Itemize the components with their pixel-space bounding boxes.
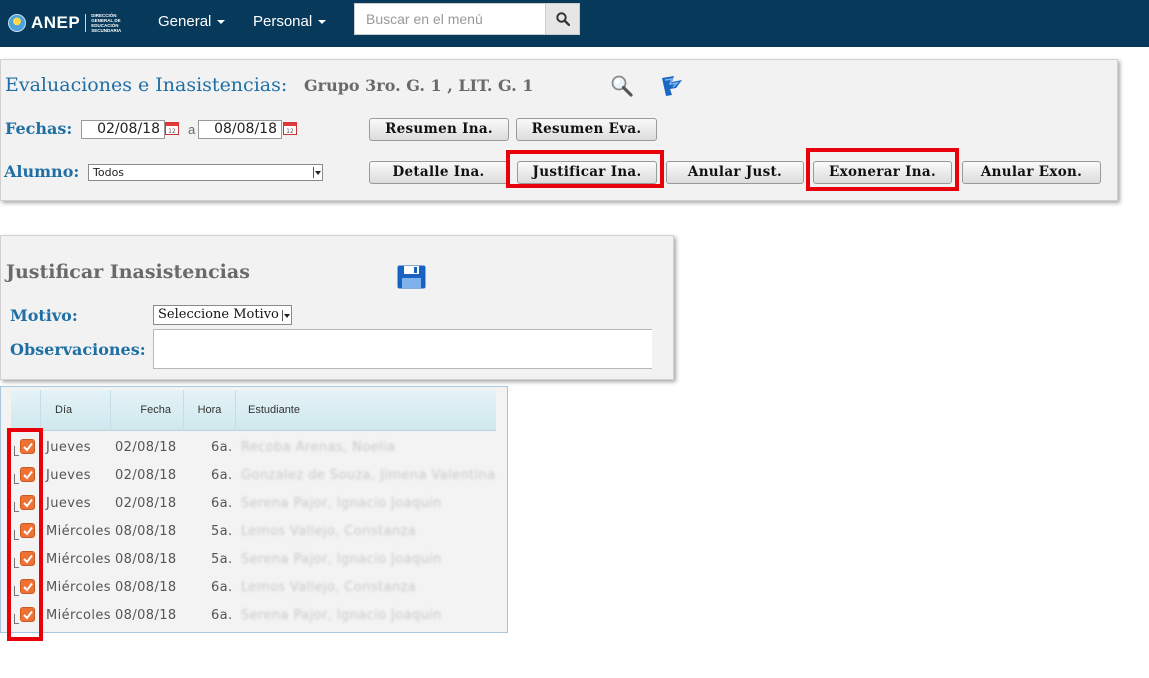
cell-fecha: 08/08/18 [115,524,177,539]
group-name: Grupo 3ro. G. 1 , LIT. G. 1 [304,76,534,95]
resumen-ina-button[interactable]: Resumen Ina. [369,118,509,141]
table-row[interactable]: Miércoles 08/08/18 6a. Lemos Vallejo, Const… [1,573,509,601]
table-row[interactable]: Miércoles 08/08/18 6a. Serena Pajor, Ignaci… [1,601,509,629]
dropdown-arrow-icon [282,310,290,321]
logo-divider [85,14,87,32]
date-separator: a [188,122,196,137]
table-row[interactable]: Miércoles 08/08/18 5a. Serena Pajor, Ignaci… [1,545,509,573]
svg-text:12: 12 [168,128,176,135]
col-hora[interactable]: Hora [183,390,235,431]
fechas-label: Fechas: [5,119,73,138]
save-icon[interactable] [397,265,426,289]
highlight-exonerar [806,148,959,191]
anular-just-button[interactable]: Anular Just. [666,161,804,184]
cell-hora: 6a. [211,608,233,623]
table-row[interactable]: Jueves 02/08/18 6a. Recoba Arenas, Noelia [1,433,509,461]
justificar-title: Justificar Inasistencias [6,261,250,283]
date-to-field[interactable]: 08/08/18 [198,120,282,139]
cell-fecha: 02/08/18 [115,468,177,483]
cell-estudiante: Recoba Arenas, Noelia [241,440,396,455]
dropdown-arrow-icon [313,167,321,178]
calendar-icon[interactable]: 12 [165,121,179,135]
alumno-select[interactable]: Todos [88,164,323,181]
observaciones-label: Observaciones: [10,340,146,359]
cell-estudiante: Serena Pajor, Ignacio Joaquin [241,552,442,567]
cell-dia: Miércoles [46,524,111,539]
justificar-panel: Justificar Inasistencias Motivo: Selecci… [0,235,674,380]
motivo-selected-value: Seleccione Motivo [158,307,279,322]
page-title: Evaluaciones e Inasistencias: [5,74,288,96]
menu-general[interactable]: General [158,13,226,30]
anular-exon-button[interactable]: Anular Exon. [962,161,1101,184]
cell-estudiante: Lemos Vallejo, Constanza [241,580,417,595]
alumno-selected-value: Todos [93,166,125,179]
menu-search [354,3,580,35]
magnifier-icon[interactable] [610,74,634,98]
date-from-field[interactable]: 02/08/18 [81,120,165,139]
search-icon [556,12,570,26]
highlight-justificar [506,150,664,188]
calendar-icon[interactable]: 12 [283,121,297,135]
cell-fecha: 02/08/18 [115,440,177,455]
logo-subtitle: DIRECCIÓN GENERAL DE EDUCACIÓN SECUNDARI… [91,13,122,33]
search-button[interactable] [545,4,579,34]
detalle-ina-button[interactable]: Detalle Ina. [369,161,508,184]
menu-general-label: General [158,13,212,30]
resumen-eva-button[interactable]: Resumen Eva. [516,118,657,141]
motivo-label: Motivo: [10,306,78,325]
col-estudiante[interactable]: Estudiante [235,390,496,431]
cell-fecha: 02/08/18 [115,496,177,511]
cell-dia: Jueves [46,496,91,511]
cell-fecha: 08/08/18 [115,608,177,623]
caret-down-icon [217,20,226,25]
cell-hora: 6a. [211,496,233,511]
top-navbar: ANEP DIRECCIÓN GENERAL DE EDUCACIÓN SECU… [0,0,1149,47]
cell-dia: Jueves [46,440,91,455]
table-row[interactable]: Jueves 02/08/18 6a. Gonzalez de Souza, Jime… [1,461,509,489]
cell-hora: 6a. [211,580,233,595]
cell-hora: 5a. [211,524,233,539]
table-row[interactable]: Miércoles 08/08/18 5a. Lemos Vallejo, Const… [1,517,509,545]
cell-hora: 5a. [211,552,233,567]
menu-personal-label: Personal [253,13,313,30]
highlight-checkboxes [7,428,43,641]
menu-personal[interactable]: Personal [253,13,327,30]
cell-dia: Jueves [46,468,91,483]
logo-text: ANEP [31,13,81,32]
alumno-label: Alumno: [4,162,80,181]
cell-fecha: 08/08/18 [115,552,177,567]
observaciones-textarea[interactable] [153,329,652,369]
cell-estudiante: Gonzalez de Souza, Jimena Valentina [241,468,495,483]
cell-dia: Miércoles [46,580,111,595]
svg-text:12: 12 [286,128,294,135]
grid-header: Día Fecha Hora Estudiante [11,390,496,431]
cell-fecha: 08/08/18 [115,580,177,595]
flag-refresh-icon[interactable] [660,74,686,98]
anep-logo[interactable]: ANEP DIRECCIÓN GENERAL DE EDUCACIÓN SECU… [8,11,139,35]
cell-estudiante: Serena Pajor, Ignacio Joaquin [241,496,442,511]
cell-estudiante: Serena Pajor, Ignacio Joaquin [241,608,442,623]
caret-down-icon [318,20,327,25]
cell-hora: 6a. [211,440,233,455]
cell-estudiante: Lemos Vallejo, Constanza [241,524,417,539]
col-dia[interactable]: Día [40,390,110,431]
cell-dia: Miércoles [46,552,111,567]
motivo-select[interactable]: Seleccione Motivo [153,305,292,325]
search-input[interactable] [355,4,545,34]
cell-dia: Miércoles [46,608,111,623]
inasistencias-grid: Día Fecha Hora Estudiante Jueves 02/08/18… [0,386,508,633]
cell-hora: 6a. [211,468,233,483]
seal-icon [8,14,26,32]
col-fecha[interactable]: Fecha [110,390,183,431]
table-row[interactable]: Jueves 02/08/18 6a. Serena Pajor, Ignacio J… [1,489,509,517]
